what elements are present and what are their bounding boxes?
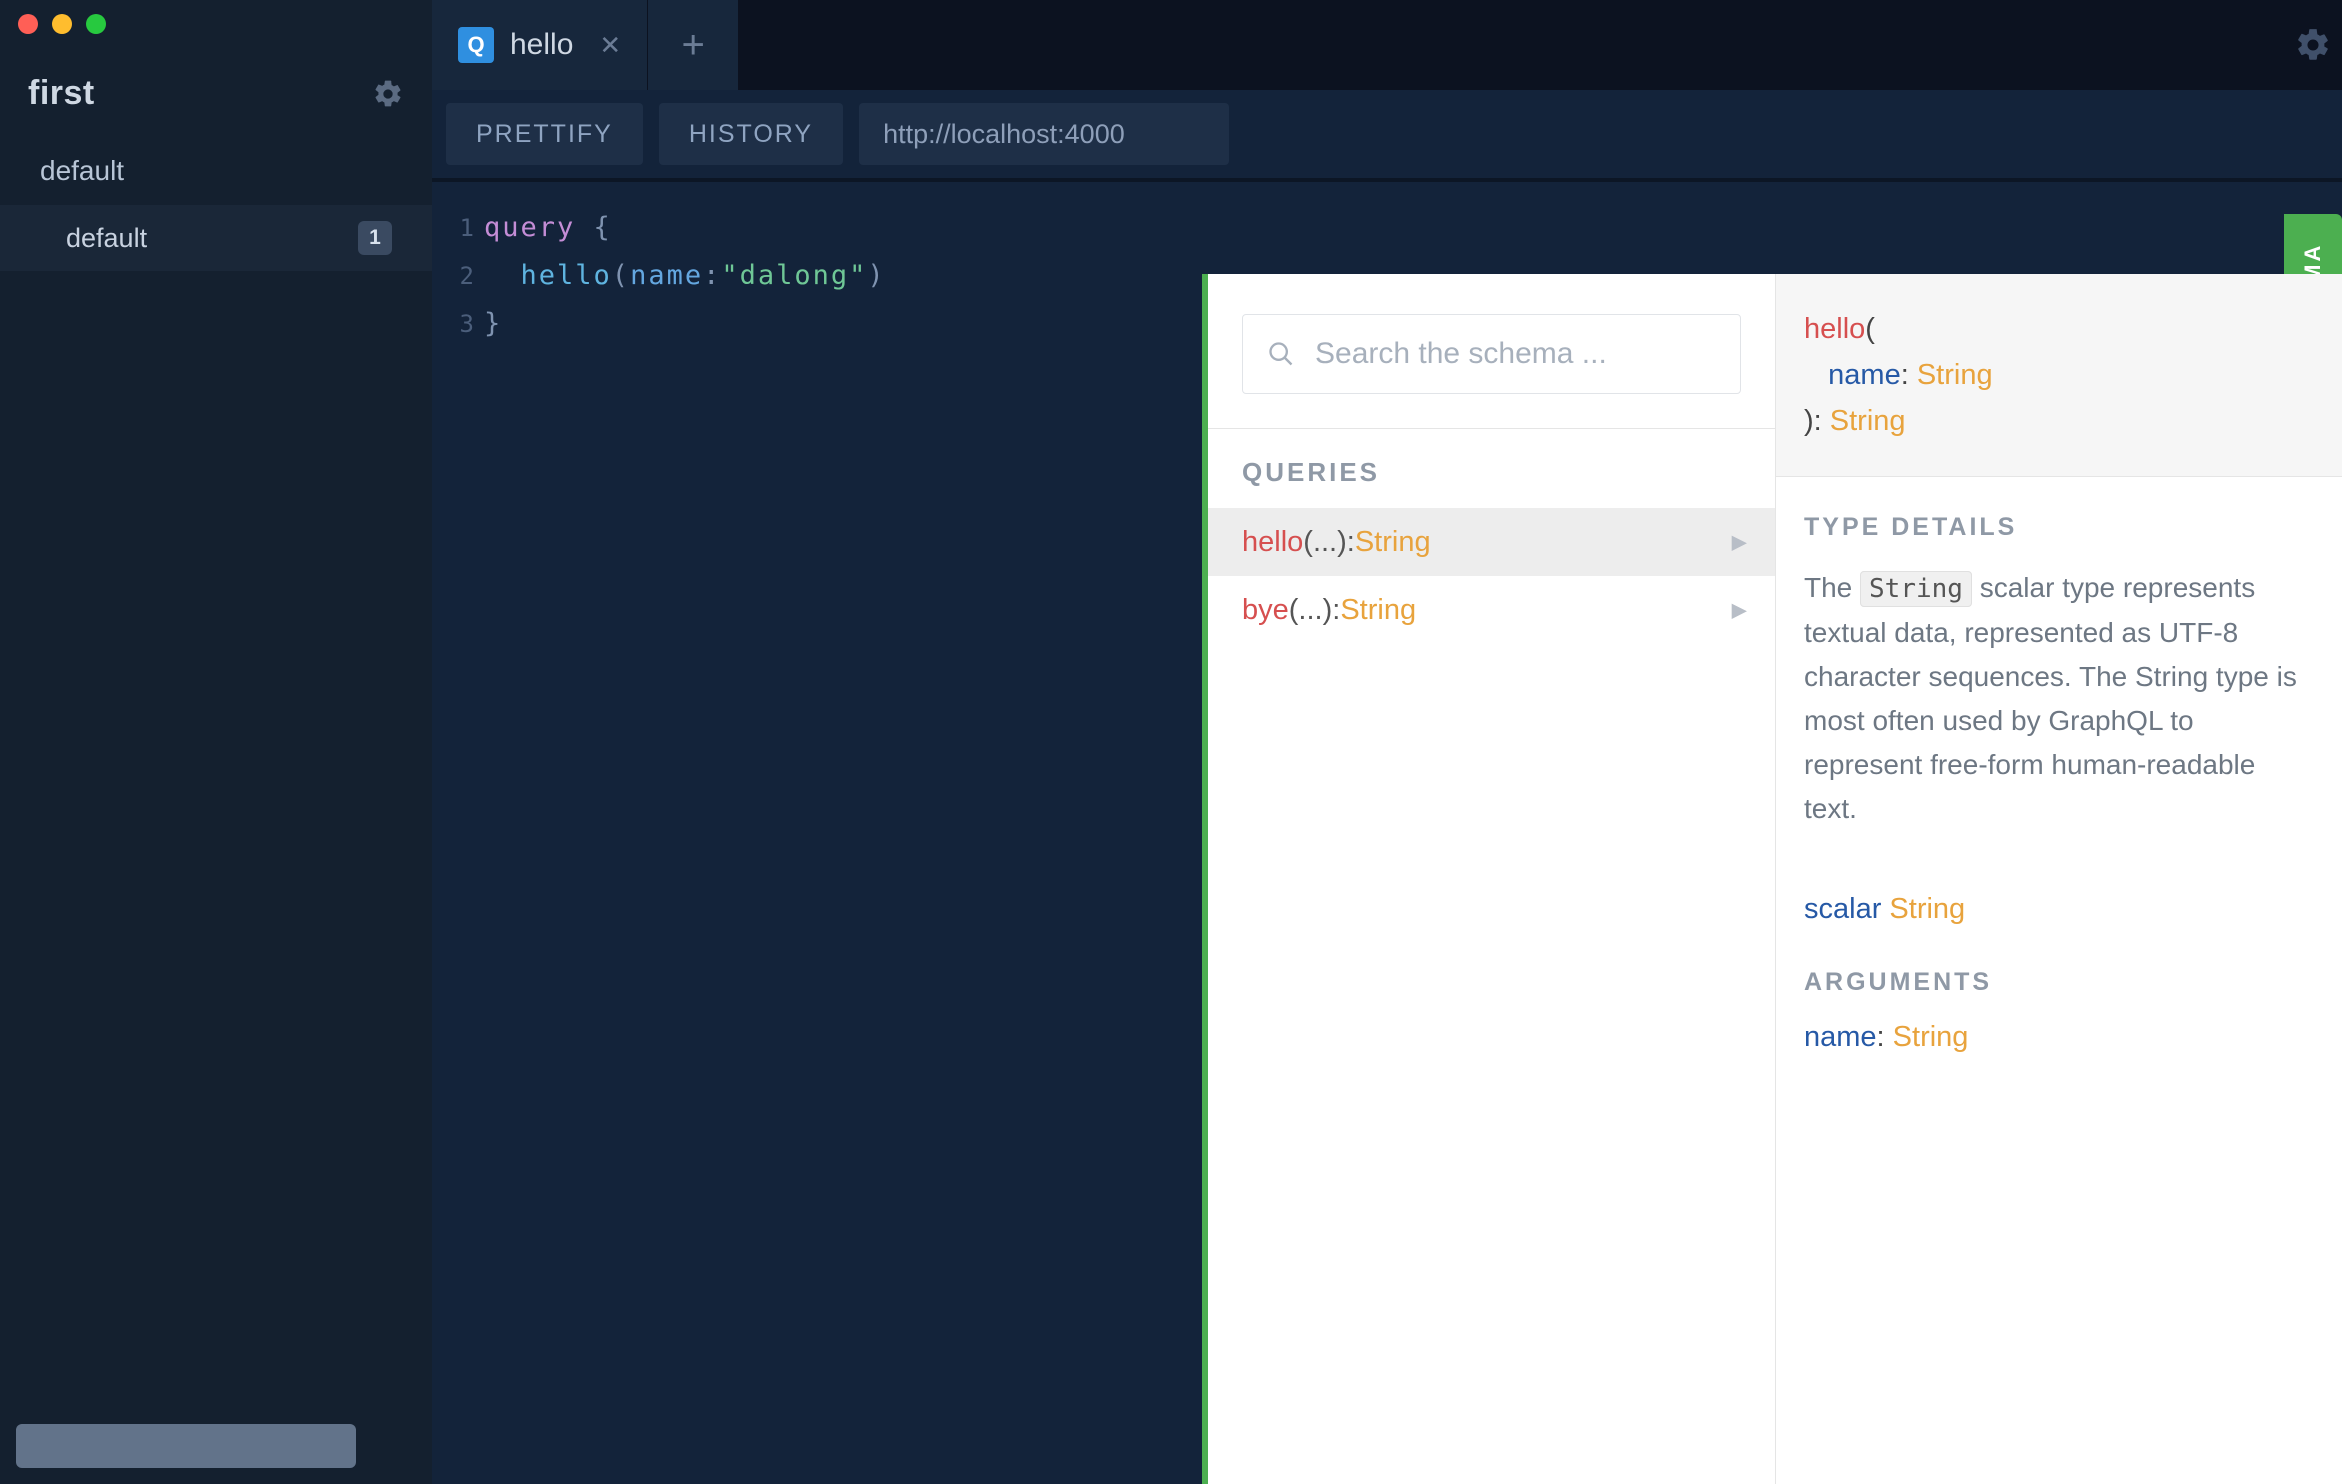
code-line: query { (484, 204, 886, 252)
tab-active[interactable]: Q hello ✕ (432, 0, 648, 90)
scalar-definition: scalar String (1776, 849, 2342, 936)
project-item[interactable]: default (0, 137, 432, 205)
line-number: 1 (432, 204, 484, 252)
gear-icon (372, 78, 404, 110)
arguments-title: ARGUMENTS (1776, 936, 2342, 1011)
schema-panel: Search the schema ... QUERIES hello(...)… (1202, 274, 2342, 1484)
new-workspace-button[interactable] (16, 1424, 356, 1468)
history-button[interactable]: HISTORY (659, 103, 843, 165)
workspace-settings-button[interactable] (372, 78, 404, 110)
prettify-button[interactable]: PRETTIFY (446, 103, 643, 165)
schema-list-pane: Search the schema ... QUERIES hello(...)… (1208, 274, 1775, 1484)
sidebar-history-item[interactable]: default 1 (0, 205, 432, 271)
close-window-icon[interactable] (18, 14, 38, 34)
sidebar-bottom (0, 1408, 432, 1484)
schema-row-hello[interactable]: hello(...): String ▶ (1208, 508, 1775, 576)
chevron-right-icon: ▶ (1732, 530, 1747, 555)
workspace-header: first (0, 44, 432, 137)
line-number-gutter: 1 2 3 (432, 182, 484, 1484)
schema-search-input[interactable]: Search the schema ... (1242, 314, 1741, 394)
type-details-text: The String scalar type represents textua… (1804, 566, 2314, 831)
chevron-right-icon: ▶ (1732, 598, 1747, 623)
schema-row-bye[interactable]: bye(...): String ▶ (1208, 576, 1775, 644)
search-icon (1267, 340, 1295, 368)
maximize-window-icon[interactable] (86, 14, 106, 34)
workspace-title: first (28, 74, 95, 113)
editor[interactable]: 1 2 3 query { hello(name:"dalong") } SCH… (432, 182, 2342, 1484)
field-signature: hello( name: String ): String (1776, 274, 2342, 477)
endpoint-value: http://localhost:4000 (883, 119, 1125, 150)
close-icon[interactable]: ✕ (599, 30, 621, 61)
endpoint-input[interactable]: http://localhost:4000 (859, 103, 1229, 165)
type-details-section: TYPE DETAILS The String scalar type repr… (1776, 477, 2342, 849)
line-number: 2 (432, 252, 484, 300)
add-tab-button[interactable]: + (648, 0, 738, 90)
code-line: } (484, 300, 886, 348)
tab-label: hello (510, 28, 573, 62)
tabs-row: Q hello ✕ + (432, 0, 2342, 90)
schema-search-placeholder: Search the schema ... (1315, 337, 1607, 371)
schema-section-title: QUERIES (1208, 429, 1775, 508)
schema-search-wrap: Search the schema ... (1208, 274, 1775, 429)
argument-row: name: String (1776, 1011, 2342, 1064)
schema-detail-pane: hello( name: String ): String TYPE DETAI… (1775, 274, 2342, 1484)
type-details-title: TYPE DETAILS (1804, 513, 2314, 542)
window-controls (0, 0, 432, 44)
query-badge-icon: Q (458, 27, 494, 63)
main-area: Q hello ✕ + PRETTIFY HISTORY http://loca… (432, 0, 2342, 1484)
line-number: 3 (432, 300, 484, 348)
code-line: hello(name:"dalong") (484, 252, 886, 300)
code-area[interactable]: query { hello(name:"dalong") } (484, 182, 886, 1484)
gear-icon (2294, 26, 2332, 64)
minimize-window-icon[interactable] (52, 14, 72, 34)
app-settings-button[interactable] (2294, 26, 2332, 64)
toolbar: PRETTIFY HISTORY http://localhost:4000 (432, 90, 2342, 182)
history-count-badge: 1 (358, 221, 392, 255)
history-item-label: default (66, 223, 147, 254)
sidebar: first default default 1 (0, 0, 432, 1484)
